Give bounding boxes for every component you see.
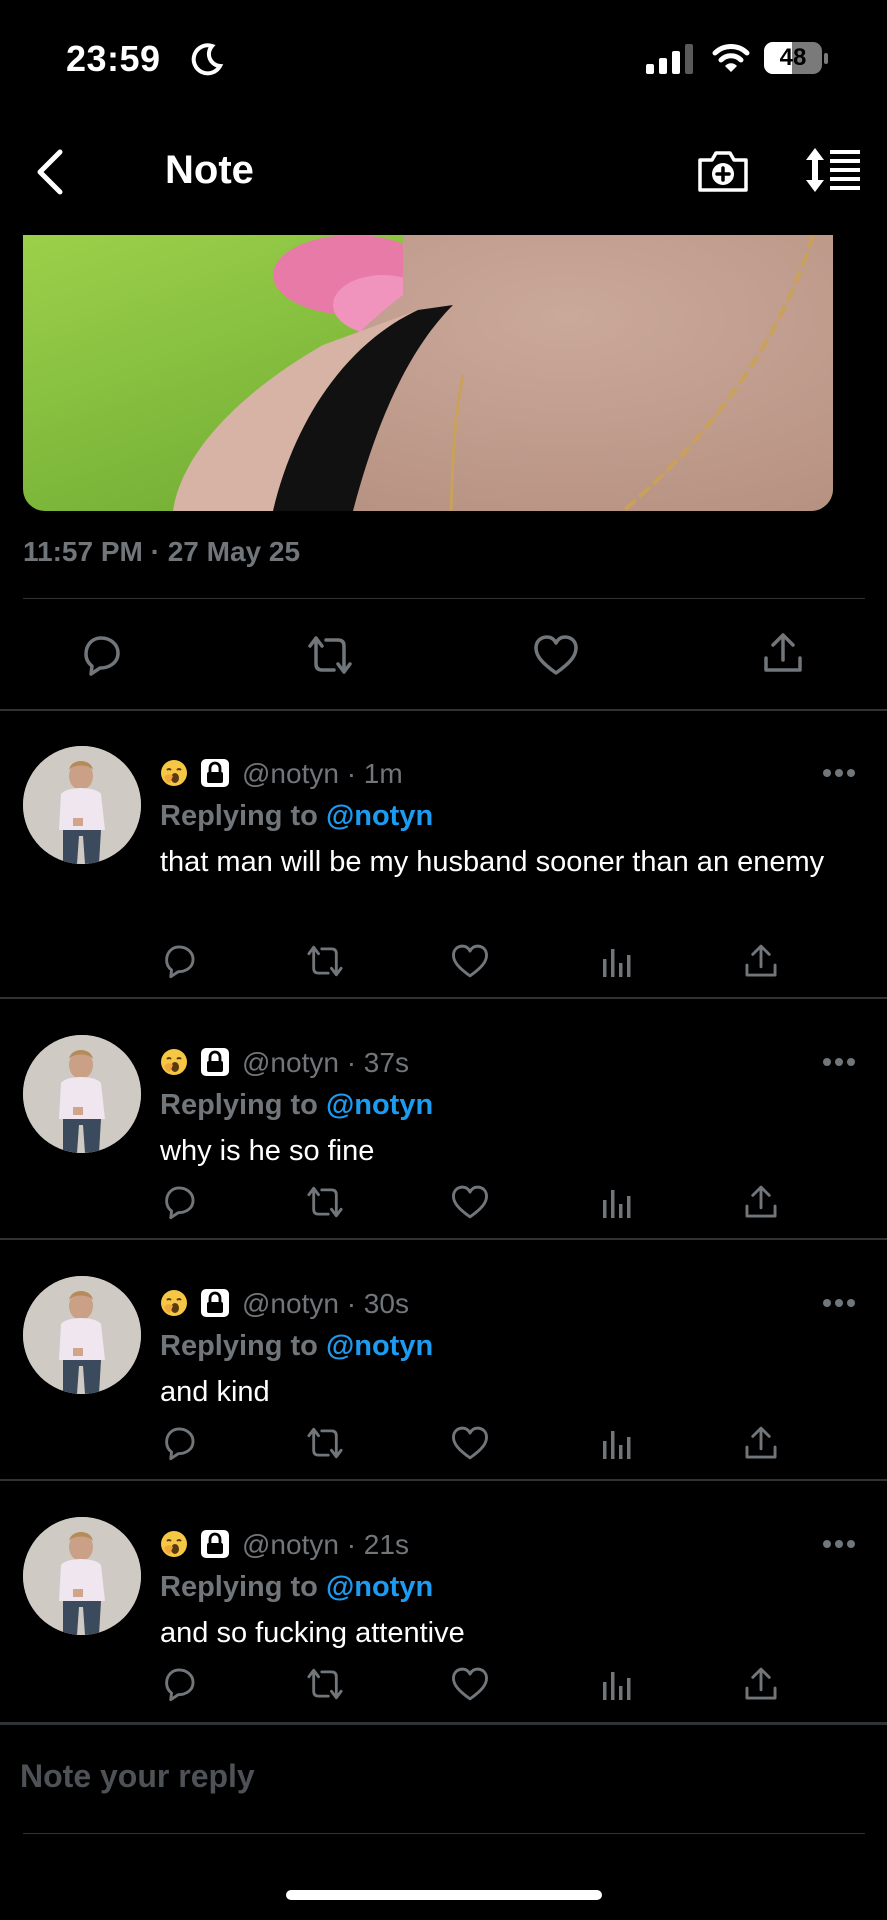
- wifi-icon: [712, 44, 750, 72]
- lock-icon: [201, 1048, 229, 1076]
- yawn-emoji-icon: [161, 1049, 187, 1075]
- more-icon[interactable]: [822, 1539, 856, 1549]
- page-title: Note: [165, 148, 254, 192]
- share-icon[interactable]: [742, 942, 780, 980]
- yawn-emoji-icon: [161, 760, 187, 786]
- replying-to-label: Replying to: [160, 1089, 318, 1121]
- repost-icon[interactable]: [304, 1665, 346, 1703]
- views-icon[interactable]: [600, 1186, 634, 1220]
- avatar[interactable]: [23, 1517, 141, 1635]
- sort-icon[interactable]: [802, 146, 862, 194]
- replying-to-handle[interactable]: @notyn: [326, 1330, 433, 1362]
- reply-meta: @notyn · 21s: [160, 1529, 409, 1561]
- repost-icon[interactable]: [304, 942, 346, 980]
- post-timestamp: 11:57 PM · 27 May 25: [23, 536, 301, 567]
- post-media-image[interactable]: [23, 235, 833, 511]
- avatar[interactable]: [23, 1035, 141, 1153]
- replying-to-handle[interactable]: @notyn: [326, 1571, 433, 1603]
- divider: [23, 598, 865, 599]
- reply-input[interactable]: Note your reply: [20, 1758, 255, 1795]
- repost-icon[interactable]: [304, 1424, 346, 1462]
- status-time: 23:59: [66, 38, 161, 79]
- like-icon[interactable]: [450, 1183, 490, 1221]
- reply-text: and so fucking attentive: [160, 1617, 465, 1649]
- divider: [23, 1833, 865, 1834]
- like-icon[interactable]: [450, 1424, 490, 1462]
- reply-text: that man will be my husband sooner than …: [160, 846, 825, 878]
- reply-handle-time: @notyn · 21s: [242, 1529, 409, 1560]
- share-icon[interactable]: [760, 630, 806, 676]
- signal-icon: [646, 44, 693, 74]
- more-icon[interactable]: [822, 1057, 856, 1067]
- battery-level: 48: [779, 44, 807, 71]
- post-action-bar: [0, 600, 887, 708]
- reply-icon[interactable]: [160, 1183, 198, 1221]
- avatar[interactable]: [23, 1276, 141, 1394]
- reply-handle-time: @notyn · 1m: [242, 758, 403, 789]
- reply-meta: @notyn · 37s: [160, 1047, 409, 1079]
- more-icon[interactable]: [822, 768, 856, 778]
- reply-meta: @notyn · 1m: [160, 758, 403, 790]
- home-indicator: [286, 1890, 602, 1900]
- yawn-emoji-icon: [161, 1290, 187, 1316]
- reply-handle-time: @notyn · 30s: [242, 1288, 409, 1319]
- like-icon[interactable]: [450, 1665, 490, 1703]
- lock-icon: [201, 759, 229, 787]
- views-icon[interactable]: [600, 945, 634, 979]
- reply-icon[interactable]: [160, 1424, 198, 1462]
- avatar[interactable]: [23, 746, 141, 864]
- reply-item[interactable]: @notyn · 1m Replying to @notyn that man …: [0, 710, 887, 999]
- reply-meta: @notyn · 30s: [160, 1288, 409, 1320]
- replying-to-label: Replying to: [160, 800, 318, 832]
- more-icon[interactable]: [822, 1298, 856, 1308]
- reply-text: why is he so fine: [160, 1135, 375, 1167]
- repost-icon[interactable]: [304, 632, 356, 678]
- replying-to-handle[interactable]: @notyn: [326, 1089, 433, 1121]
- divider: [0, 1723, 887, 1725]
- lock-icon: [201, 1530, 229, 1558]
- replying-to-label: Replying to: [160, 1571, 318, 1603]
- views-icon[interactable]: [600, 1668, 634, 1702]
- views-icon[interactable]: [600, 1427, 634, 1461]
- like-icon[interactable]: [450, 942, 490, 980]
- reply-icon[interactable]: [78, 632, 124, 678]
- replying-to-handle[interactable]: @notyn: [326, 800, 433, 832]
- share-icon[interactable]: [742, 1424, 780, 1462]
- camera-plus-icon[interactable]: [696, 148, 750, 194]
- reply-icon[interactable]: [160, 942, 198, 980]
- reply-item[interactable]: @notyn · 30s Replying to @notyn and kind: [0, 1240, 887, 1481]
- reply-text: and kind: [160, 1376, 270, 1408]
- lock-icon: [201, 1289, 229, 1317]
- yawn-emoji-icon: [161, 1531, 187, 1557]
- replying-to: Replying to @notyn: [160, 1089, 433, 1122]
- battery-icon: 48: [764, 42, 828, 76]
- reply-item[interactable]: @notyn · 37s Replying to @notyn why is h…: [0, 999, 887, 1240]
- moon-icon: [191, 43, 224, 76]
- like-icon[interactable]: [532, 632, 580, 678]
- replying-to: Replying to @notyn: [160, 1571, 433, 1604]
- reply-handle-time: @notyn · 37s: [242, 1047, 409, 1078]
- share-icon[interactable]: [742, 1665, 780, 1703]
- replying-to: Replying to @notyn: [160, 800, 433, 833]
- reply-item[interactable]: @notyn · 21s Replying to @notyn and so f…: [0, 1481, 887, 1724]
- back-icon[interactable]: [30, 148, 70, 196]
- share-icon[interactable]: [742, 1183, 780, 1221]
- reply-icon[interactable]: [160, 1665, 198, 1703]
- repost-icon[interactable]: [304, 1183, 346, 1221]
- replying-to-label: Replying to: [160, 1330, 318, 1362]
- replying-to: Replying to @notyn: [160, 1330, 433, 1363]
